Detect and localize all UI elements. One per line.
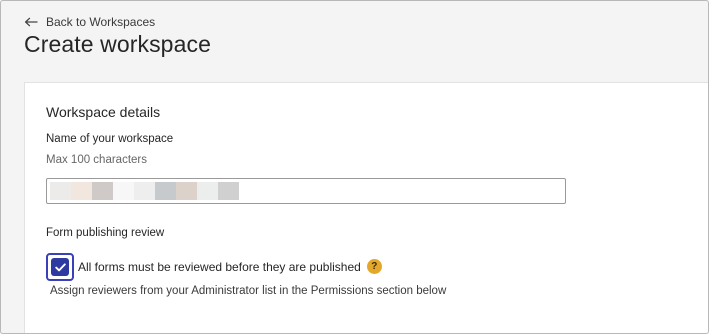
checkmark-icon: [54, 262, 66, 271]
back-link-label: Back to Workspaces: [46, 15, 156, 29]
redaction-block: [155, 182, 176, 200]
redaction-block: [92, 182, 113, 200]
redaction-block: [197, 182, 218, 200]
redaction-block: [134, 182, 155, 200]
section-title: Workspace details: [46, 104, 161, 120]
redaction-block: [176, 182, 197, 200]
redaction-block: [218, 182, 239, 200]
question-circle-icon[interactable]: ?: [366, 259, 382, 274]
page-title: Create workspace: [24, 31, 211, 57]
form-publishing-review-label: Form publishing review: [46, 227, 165, 239]
redaction-block: [50, 182, 71, 200]
review-required-row: All forms must be reviewed before they a…: [78, 259, 382, 274]
assign-reviewers-text: Assign reviewers from your Administrator…: [50, 285, 447, 297]
back-to-workspaces-link[interactable]: Back to Workspaces: [24, 15, 155, 29]
checkbox-checked-box: [51, 258, 69, 276]
workspace-name-label: Name of your workspace: [46, 133, 174, 145]
redaction-block: [113, 182, 134, 200]
app-window: Back to Workspaces Create workspace Work…: [0, 0, 709, 334]
review-required-checkbox[interactable]: [46, 253, 74, 281]
workspace-details-card: Workspace details Name of your workspace…: [24, 82, 708, 333]
arrow-left-icon: [24, 17, 38, 27]
review-required-label: All forms must be reviewed before they a…: [78, 259, 361, 274]
workspace-name-input[interactable]: [46, 178, 566, 204]
redacted-name-value: [50, 182, 239, 200]
workspace-name-hint: Max 100 characters: [46, 154, 147, 166]
redaction-block: [71, 182, 92, 200]
